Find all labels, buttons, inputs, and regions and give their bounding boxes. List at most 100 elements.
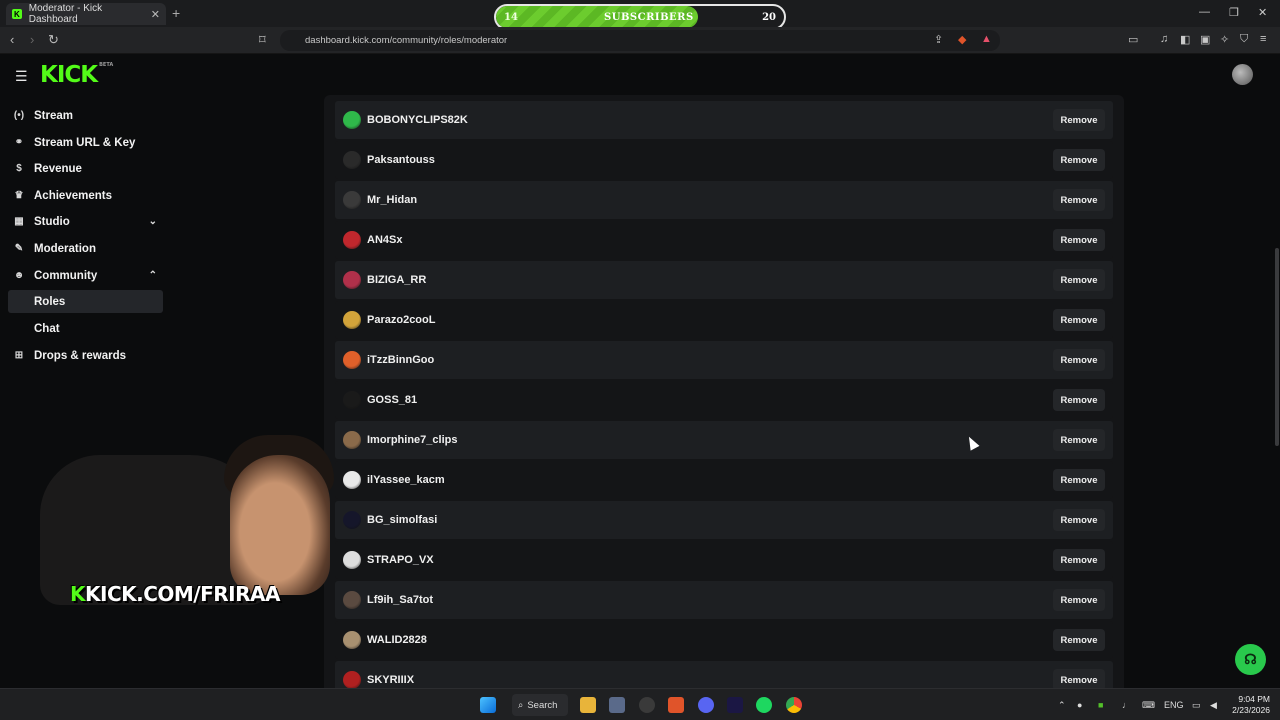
sidebar-item-stream[interactable]: (•) Stream [8, 104, 163, 127]
tray-nvidia-icon[interactable]: ■ [1098, 700, 1103, 710]
remove-moderator-button[interactable]: Remove [1053, 189, 1105, 211]
wallet-icon[interactable]: ▣ [1200, 33, 1210, 46]
brave-shield-icon[interactable]: ◆ [958, 33, 966, 46]
sidebar-item-label: Stream URL & Key [34, 136, 136, 149]
file-explorer-icon[interactable] [580, 697, 596, 713]
moderator-username[interactable]: Lf9ih_Sa7tot [367, 594, 433, 606]
sidebar-item-studio[interactable]: ▦ Studio ⌄ [8, 210, 163, 233]
leo-icon[interactable]: ✧ [1220, 33, 1229, 46]
remove-moderator-button[interactable]: Remove [1053, 469, 1105, 491]
sidebar-item-achievements[interactable]: ♛ Achievements [8, 184, 163, 207]
network-icon[interactable]: ▭ [1192, 700, 1201, 711]
chevron-down-icon[interactable]: ⌄ [149, 216, 157, 227]
moderator-username[interactable]: Mr_Hidan [367, 194, 417, 206]
keyboard-icon[interactable]: ⌨ [1142, 700, 1155, 711]
sidebar-item-roles[interactable]: Roles [8, 290, 163, 313]
back-icon[interactable]: ‹ [10, 32, 14, 47]
remove-moderator-button[interactable]: Remove [1053, 389, 1105, 411]
windows-taskbar: ⌕ Search ⌃ ● ■ ♩ ⌨ ENG ▭ ◀ 9:04 PM 2/23/… [0, 688, 1280, 720]
snipping-tool-icon[interactable] [609, 697, 625, 713]
moderator-username[interactable]: BIZIGA_RR [367, 274, 426, 286]
moderator-username[interactable]: Imorphine7_clips [367, 434, 457, 446]
user-avatar[interactable] [1232, 64, 1253, 85]
minimize-icon[interactable]: — [1199, 6, 1210, 18]
remove-moderator-button[interactable]: Remove [1053, 269, 1105, 291]
hamburger-menu-icon[interactable]: ☰ [15, 68, 28, 85]
tray-overflow-icon[interactable]: ⌃ [1058, 700, 1066, 711]
sidebar-item-moderation[interactable]: ✎ Moderation [8, 237, 163, 260]
sidebar-item-community[interactable]: ☻ Community ⌃ [8, 264, 163, 287]
share-icon[interactable]: ⇪ [934, 33, 943, 46]
gift-icon: ⊞ [14, 350, 24, 361]
moderator-username[interactable]: GOSS_81 [367, 394, 417, 406]
new-tab-icon[interactable]: + [172, 5, 180, 21]
moderator-username[interactable]: Parazo2cooL [367, 314, 435, 326]
moderator-username[interactable]: SKYRIIIX [367, 674, 414, 686]
kick-logo[interactable]: KICK BETA [40, 62, 113, 88]
moderator-username[interactable]: Paksantouss [367, 154, 435, 166]
rewards-icon[interactable]: ▲ [981, 33, 992, 45]
volume-icon[interactable]: ◀ [1210, 700, 1217, 711]
media-icon[interactable]: ♫ [1160, 33, 1168, 45]
remove-moderator-button[interactable]: Remove [1053, 549, 1105, 571]
taskbar-search-label: Search [527, 699, 558, 711]
sidebar-item-stream-url-key[interactable]: ⚭ Stream URL & Key [8, 131, 163, 154]
remove-moderator-button[interactable]: Remove [1053, 669, 1105, 688]
remove-moderator-button[interactable]: Remove [1053, 229, 1105, 251]
taskbar-clock[interactable]: 9:04 PM 2/23/2026 [1226, 694, 1270, 716]
chevron-up-icon[interactable]: ⌃ [149, 270, 157, 281]
reload-icon[interactable]: ↻ [48, 32, 59, 48]
moderator-username[interactable]: STRAPO_VX [367, 554, 434, 566]
page-scrollbar[interactable] [1275, 248, 1279, 446]
sidebar-item-drops-rewards[interactable]: ⊞ Drops & rewards [8, 344, 163, 367]
sidebar-item-chat[interactable]: Chat [8, 317, 163, 340]
taskbar-search[interactable]: ⌕ Search [512, 694, 568, 716]
language-indicator[interactable]: ENG [1164, 700, 1184, 710]
moderator-username[interactable]: iTzzBinnGoo [367, 354, 434, 366]
moderator-row: BG_simolfasi Remove [335, 501, 1113, 539]
tab-title: Moderator - Kick Dashboard [28, 3, 103, 25]
sidebar-toggle-icon[interactable]: ◧ [1180, 33, 1190, 46]
moderator-avatar [343, 111, 361, 129]
moderator-username[interactable]: BG_simolfasi [367, 514, 437, 526]
trophy-icon: ♛ [14, 190, 24, 201]
remove-moderator-button[interactable]: Remove [1053, 309, 1105, 331]
bookmark-icon[interactable]: ⌑ [259, 32, 266, 48]
premiere-icon[interactable] [727, 697, 743, 713]
spotify-icon[interactable] [756, 697, 772, 713]
support-chat-button[interactable]: ☊ [1235, 644, 1266, 675]
moderator-username[interactable]: AN4Sx [367, 234, 402, 246]
tray-app-icon[interactable]: ● [1077, 700, 1082, 710]
browser-tab[interactable]: K Moderator - Kick Dashboard ✕ [6, 3, 166, 25]
menu-icon[interactable]: ≡ [1260, 33, 1266, 45]
windows-start-icon[interactable] [480, 697, 496, 713]
sidebar-item-revenue[interactable]: $ Revenue [8, 157, 163, 180]
reader-icon[interactable]: ▭ [1128, 33, 1138, 46]
chrome-icon[interactable] [786, 697, 802, 713]
tab-close-icon[interactable]: ✕ [151, 8, 160, 21]
address-bar[interactable]: dashboard.kick.com/community/roles/moder… [280, 30, 1000, 51]
remove-moderator-button[interactable]: Remove [1053, 429, 1105, 451]
window-close-icon[interactable]: ✕ [1258, 6, 1267, 19]
moderator-row: Imorphine7_clips Remove [335, 421, 1113, 459]
remove-moderator-button[interactable]: Remove [1053, 349, 1105, 371]
beta-badge: BETA [99, 62, 114, 68]
vpn-icon[interactable]: ⛉ [1240, 33, 1248, 46]
obs-icon[interactable] [639, 697, 655, 713]
remove-moderator-button[interactable]: Remove [1053, 589, 1105, 611]
remove-moderator-button[interactable]: Remove [1053, 629, 1105, 651]
remove-moderator-button[interactable]: Remove [1053, 149, 1105, 171]
moderator-row: Parazo2cooL Remove [335, 301, 1113, 339]
moderator-username[interactable]: WALID2828 [367, 634, 427, 646]
restore-icon[interactable]: ❐ [1229, 6, 1239, 19]
moderator-username[interactable]: BOBONYCLIPS82K [367, 114, 468, 126]
brave-browser-icon[interactable] [668, 697, 684, 713]
forward-icon[interactable]: › [30, 32, 34, 47]
discord-icon[interactable] [698, 697, 714, 713]
moderator-avatar [343, 551, 361, 569]
sidebar-item-label: Drops & rewards [34, 349, 127, 362]
remove-moderator-button[interactable]: Remove [1053, 509, 1105, 531]
microphone-icon[interactable]: ♩ [1122, 700, 1131, 710]
remove-moderator-button[interactable]: Remove [1053, 109, 1105, 131]
moderator-username[interactable]: ilYassee_kacm [367, 474, 445, 486]
